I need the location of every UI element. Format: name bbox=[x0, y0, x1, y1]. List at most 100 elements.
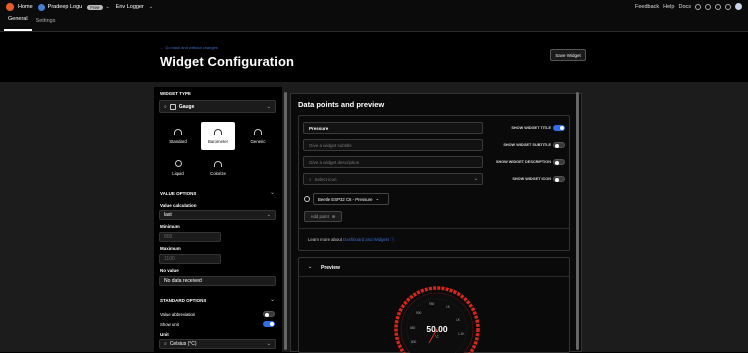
gauge-preview: 800 850 900 950 1K 1K 1.1K 50.00 °C bbox=[394, 286, 480, 353]
chevron-down-icon: ⌄ bbox=[266, 103, 271, 110]
colorize-icon bbox=[214, 160, 222, 167]
learn-more-prefix: Learn more about bbox=[308, 237, 342, 242]
divider bbox=[299, 276, 569, 277]
chevron-down-icon: ⌄ bbox=[266, 341, 271, 347]
maximum-input[interactable]: 1100 bbox=[159, 254, 221, 264]
standard-gauge-icon bbox=[174, 128, 182, 135]
chevron-down-icon[interactable]: ⌄ bbox=[270, 189, 275, 196]
home-link[interactable]: Home bbox=[18, 4, 33, 10]
help-link[interactable]: Help bbox=[663, 4, 674, 10]
chevron-down-icon[interactable]: ⌄ bbox=[149, 4, 153, 10]
page-header bbox=[0, 32, 748, 82]
type-liquid[interactable]: Liquid bbox=[161, 154, 195, 182]
app-logo-icon[interactable] bbox=[6, 3, 14, 11]
value-calc-label: Value calculation bbox=[160, 203, 197, 208]
type-standard[interactable]: Standard bbox=[161, 122, 195, 150]
profile-avatar[interactable] bbox=[735, 3, 742, 10]
add-point-button[interactable]: Add point ⊕ bbox=[304, 211, 342, 222]
show-description-toggle[interactable] bbox=[553, 159, 565, 165]
save-widget-button[interactable]: Save Widget bbox=[550, 49, 586, 61]
search-icon: ⌕ bbox=[164, 103, 167, 110]
gauge-tick-label: 1.1K bbox=[458, 332, 465, 336]
show-title-toggle[interactable] bbox=[553, 125, 565, 131]
back-link[interactable]: ← Go back and without changes bbox=[160, 45, 218, 50]
right-scrollbar[interactable] bbox=[576, 92, 579, 350]
liquid-icon bbox=[174, 160, 182, 167]
minimum-input[interactable]: 800 bbox=[159, 232, 221, 242]
add-point-label: Add point bbox=[310, 214, 329, 219]
type-generic[interactable]: Generic bbox=[241, 122, 275, 150]
search-icon: ⌕ bbox=[164, 341, 167, 347]
top-bar: Home Pradeep Logu Free ⌄ Env Logger ⌄ Fe… bbox=[0, 0, 748, 14]
config-sidebar: WIDGET TYPE ⌕ Gauge ⌄ Standard Barometer… bbox=[154, 87, 282, 352]
chevron-down-icon: ⌄ bbox=[375, 196, 380, 201]
widget-icon-select[interactable]: ⌕ Select icon ⌄ bbox=[303, 173, 483, 185]
icon-placeholder: Select icon bbox=[314, 176, 337, 182]
project-switcher[interactable]: Env Logger bbox=[116, 4, 144, 10]
gear-icon[interactable] bbox=[695, 3, 701, 10]
unit-select[interactable]: ⌕ Celsius (°C) ⌄ bbox=[159, 339, 276, 349]
tab-general[interactable]: General bbox=[4, 16, 32, 31]
left-scrollbar[interactable] bbox=[284, 92, 287, 350]
chevron-down-icon: ⌄ bbox=[473, 176, 478, 182]
show-unit-label: Show unit bbox=[160, 322, 179, 327]
generic-gauge-icon bbox=[254, 128, 262, 135]
theme-icon[interactable] bbox=[725, 3, 731, 10]
tab-settings[interactable]: Settings bbox=[32, 18, 60, 31]
feedback-link[interactable]: Feedback bbox=[635, 4, 659, 10]
no-value-input[interactable]: No data received bbox=[159, 276, 276, 286]
chevron-down-icon[interactable]: ⌄ bbox=[308, 264, 312, 270]
chevron-down-icon[interactable]: ⌄ bbox=[270, 296, 275, 303]
widget-type-select[interactable]: ⌕ Gauge ⌄ bbox=[159, 100, 276, 113]
show-description-label: SHOW WIDGET DESCRIPTION bbox=[495, 160, 551, 164]
user-avatar bbox=[37, 3, 45, 11]
learn-more-text: Learn more about Dashboard and Widgets ⓘ bbox=[308, 237, 395, 243]
value-calc-value: last bbox=[164, 212, 172, 218]
bell-icon[interactable] bbox=[705, 3, 711, 10]
gauge-value: 50.00 bbox=[426, 324, 448, 334]
abbr-toggle[interactable] bbox=[263, 311, 275, 317]
widget-title-input[interactable]: Pressure bbox=[303, 122, 483, 134]
value-options-label: VALUE OPTIONS bbox=[160, 191, 197, 196]
widget-subtitle-input[interactable]: Give a widget subtitle bbox=[303, 139, 483, 151]
selected-widget-type: Gauge bbox=[178, 103, 195, 110]
datapoint-select[interactable]: Beetle ESP32 C6 - Pressure ⌄ bbox=[313, 193, 389, 205]
show-icon-toggle[interactable] bbox=[553, 176, 565, 182]
gauge-tick-label: 800 bbox=[411, 340, 417, 344]
gauge-unit: °C bbox=[435, 335, 439, 339]
gauge-icon bbox=[169, 103, 176, 110]
datapoint-radio-icon[interactable] bbox=[304, 196, 310, 202]
apps-icon[interactable] bbox=[715, 3, 721, 10]
plan-badge: Free bbox=[87, 4, 103, 10]
divider bbox=[299, 228, 569, 229]
page-title: Widget Configuration bbox=[160, 54, 295, 69]
type-barometer[interactable]: Barometer bbox=[201, 122, 235, 150]
search-icon: ⌕ bbox=[309, 176, 312, 182]
show-subtitle-toggle[interactable] bbox=[553, 142, 565, 148]
type-label: Liquid bbox=[172, 171, 184, 176]
docs-link[interactable]: Docs bbox=[678, 4, 691, 10]
preview-card: ⌄ Preview 800 850 900 950 1K 1K 1.1K 50.… bbox=[298, 257, 570, 353]
show-subtitle-label: SHOW WIDGET SUBTITLE bbox=[503, 143, 551, 147]
data-points-title: Data points and preview bbox=[298, 100, 385, 109]
gauge-tick-label: 900 bbox=[416, 311, 422, 315]
type-colorize[interactable]: Colorize bbox=[201, 154, 235, 182]
gauge-tick-label: 950 bbox=[429, 302, 435, 306]
chevron-down-icon[interactable]: ⌄ bbox=[106, 4, 110, 10]
data-points-panel: Data points and preview Pressure Give a … bbox=[290, 93, 582, 353]
widget-type-label: WIDGET TYPE bbox=[160, 91, 192, 96]
show-unit-toggle[interactable] bbox=[263, 321, 275, 327]
type-label: Barometer bbox=[207, 138, 229, 144]
value-calc-select[interactable]: last ⌄ bbox=[159, 210, 276, 220]
standard-options-label: STANDARD OPTIONS bbox=[160, 298, 207, 303]
show-icon-label: SHOW WIDGET ICON bbox=[512, 177, 551, 181]
learn-more-link[interactable]: Dashboard and Widgets bbox=[343, 237, 389, 242]
tab-bar: General Settings bbox=[0, 14, 748, 32]
maximum-label: Maximum bbox=[160, 246, 181, 251]
type-label: Generic bbox=[250, 138, 266, 144]
type-label: Standard bbox=[169, 138, 187, 144]
show-title-label: SHOW WIDGET TITLE bbox=[511, 126, 551, 130]
minimum-label: Minimum bbox=[160, 224, 180, 229]
widget-description-input[interactable]: Give a widget description bbox=[303, 156, 483, 168]
user-name[interactable]: Pradeep Logu bbox=[48, 4, 83, 10]
